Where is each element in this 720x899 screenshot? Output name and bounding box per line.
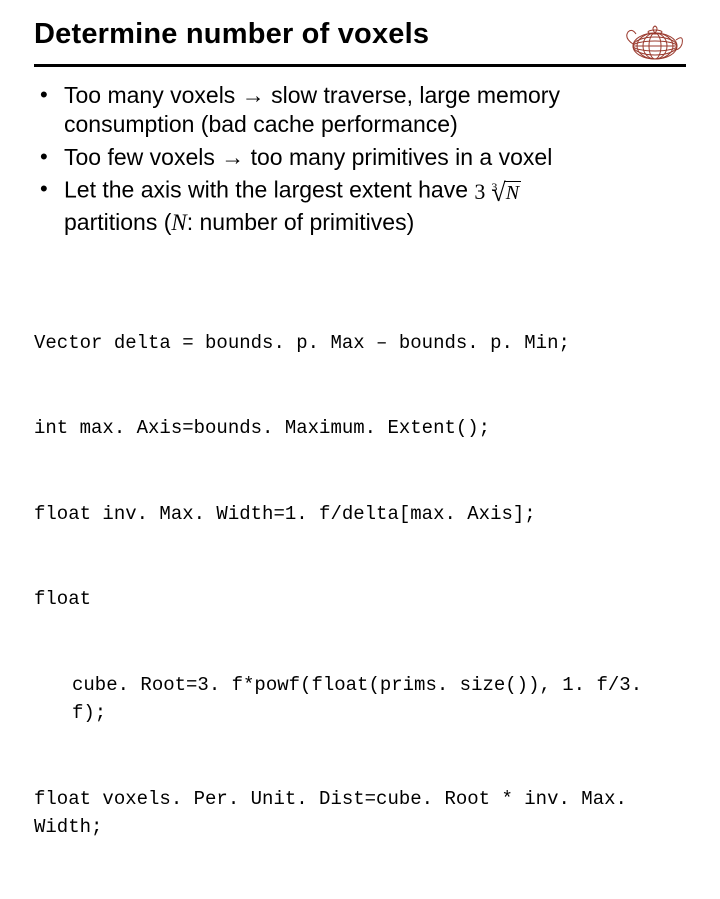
code-line: float — [34, 585, 686, 614]
variable-N: N — [171, 210, 186, 235]
teapot-wireframe-icon — [624, 20, 686, 64]
bullet-text: : number of primitives) — [187, 209, 415, 235]
slide-title: Determine number of voxels — [34, 18, 429, 59]
bullet-list: Too many voxels → slow traverse, large m… — [34, 81, 686, 238]
radical-icon: √ — [491, 178, 505, 207]
cube-root-formula: 33√N — [474, 175, 521, 208]
code-line: Vector delta = bounds. p. Max – bounds. … — [34, 329, 686, 358]
formula-radicand: N — [504, 181, 521, 204]
code-line-continuation: cube. Root=3. f*powf(float(prims. size()… — [34, 671, 686, 728]
code-line: int max. Axis=bounds. Maximum. Extent(); — [34, 414, 686, 443]
title-divider — [34, 64, 686, 67]
bullet-item: Too many voxels → slow traverse, large m… — [62, 81, 686, 139]
code-line: float inv. Max. Width=1. f/delta[max. Ax… — [34, 500, 686, 529]
title-row: Determine number of voxels — [34, 18, 686, 64]
bullet-text: Let the axis with the largest extent hav… — [64, 177, 474, 203]
slide: Determine number of voxels — [0, 0, 720, 540]
bullet-item: Let the axis with the largest extent hav… — [62, 175, 686, 237]
bullet-item: Too few voxels → too many primitives in … — [62, 143, 686, 172]
bullet-text: partitions ( — [64, 209, 171, 235]
code-line: float voxels. Per. Unit. Dist=cube. Root… — [34, 785, 686, 842]
code-block: Vector delta = bounds. p. Max – bounds. … — [34, 272, 686, 899]
formula-coef: 3 — [474, 179, 485, 204]
